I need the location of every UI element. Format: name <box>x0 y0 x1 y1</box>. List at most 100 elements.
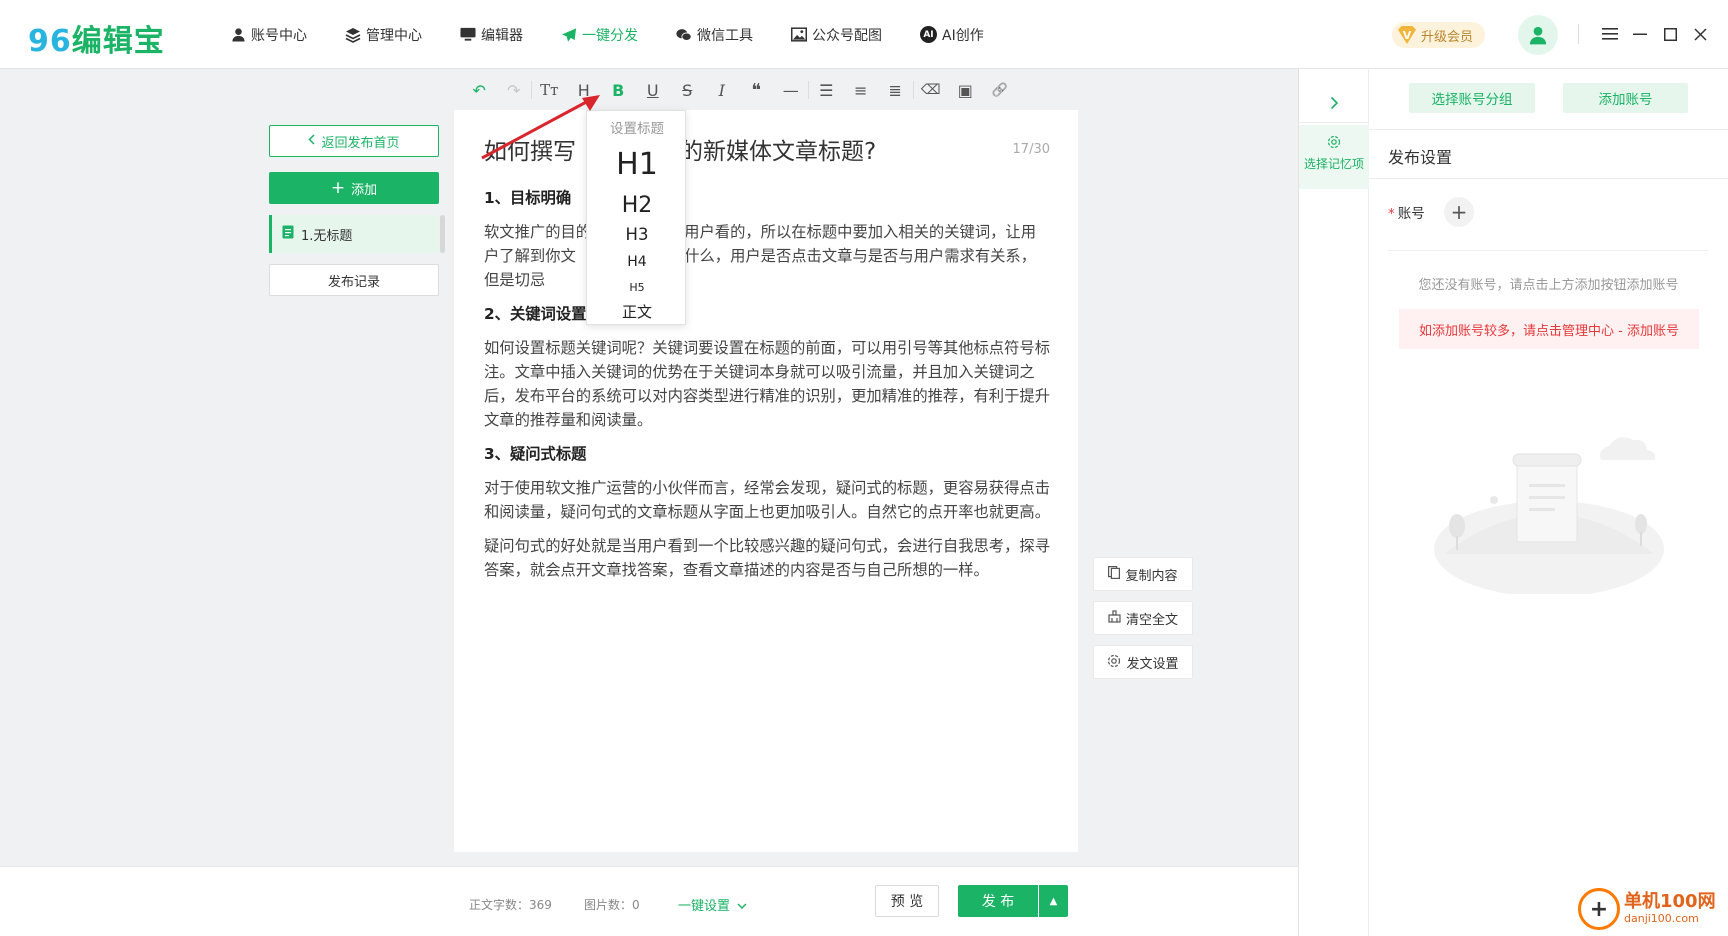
nav-item-account-center[interactable]: 账号中心 <box>230 25 307 45</box>
back-label: 返回发布首页 <box>321 135 400 151</box>
nav-item-wechat-tools[interactable]: 微信工具 <box>676 25 753 45</box>
account-field-label: * 账号 <box>1388 202 1425 222</box>
watermark-text: 单机100网 danji100.com <box>1624 892 1716 926</box>
user-avatar-icon <box>1529 26 1547 45</box>
copy-content-button[interactable]: 复制内容 <box>1093 557 1193 591</box>
editor-canvas[interactable]: 如何撰写 的新媒体文章标题? 17/30 1、目标明确 软文推广的目的 给用户看的… <box>454 110 1078 852</box>
layers-icon <box>345 27 361 43</box>
watermark-line-1: 单机100网 <box>1624 891 1716 912</box>
app-logo[interactable]: 96编辑宝 <box>28 16 165 60</box>
insert-image-button[interactable]: ▣ <box>948 75 983 105</box>
add-article-button[interactable]: + 添加 <box>269 172 439 204</box>
chevron-left-icon <box>308 133 316 149</box>
insert-link-button[interactable]: 🔗 <box>983 75 1018 105</box>
publish-settings-button[interactable]: 发文设置 <box>1093 645 1193 679</box>
paragraph: 对于使用软文推广运营的小伙伴而言，经常会发现，疑问式的标题，更容易获得点击和阅读… <box>484 479 1050 521</box>
one-click-settings-dropdown[interactable]: 一键设置 <box>678 895 747 914</box>
vip-icon: V <box>1398 26 1416 44</box>
nav-item-official-images[interactable]: 公众号配图 <box>791 25 882 45</box>
publish-settings-panel: 选择账号分组 添加账号 发布设置 * 账号 + 您还没有账号，请点击上方添加按钮添… <box>1369 69 1728 936</box>
empty-accounts-text: 您还没有账号，请点击上方添加按钮添加账号 <box>1418 278 1679 293</box>
image-icon <box>791 27 807 43</box>
maximize-icon[interactable] <box>1658 22 1682 46</box>
chevron-right-icon <box>1330 96 1338 109</box>
required-marker: * <box>1388 206 1395 222</box>
annotation-arrow-icon <box>481 95 600 160</box>
bottom-bar: 正文字数：369 图片数：0 一键设置 预 览 发 布 ▲ <box>0 866 1298 936</box>
record-label: 发布记录 <box>327 274 380 290</box>
article-body[interactable]: 1、目标明确 软文推广的目的 给用户看的，所以在标题中要加入相关的关键词，让用户… <box>484 186 1050 592</box>
indent-button[interactable]: ≣ <box>878 75 913 105</box>
nav-item-ai-create[interactable]: AI AI创作 <box>920 25 984 45</box>
section-heading: 1、目标明确 <box>484 189 572 207</box>
select-group-label: 选择账号分组 <box>1431 92 1513 108</box>
account-label: 账号 <box>1397 206 1425 222</box>
publish-label: 发 布 <box>981 894 1015 910</box>
gear-icon <box>1299 135 1369 152</box>
avatar[interactable] <box>1518 15 1558 55</box>
nav-label: AI创作 <box>942 27 984 44</box>
horizontal-rule-button[interactable]: — <box>774 75 809 105</box>
add-account-button[interactable]: 添加账号 <box>1563 83 1688 113</box>
nav-label: 管理中心 <box>366 27 422 44</box>
main-nav: 账号中心 管理中心 编辑器 一键分发 微信工具 公众号配图 AI AI创作 <box>230 0 1022 69</box>
strikethrough-button[interactable]: S <box>670 75 705 105</box>
clear-icon <box>1108 610 1121 626</box>
heading-option-h2[interactable]: H2 <box>587 193 687 218</box>
document-icon <box>282 225 294 243</box>
nav-label: 微信工具 <box>697 27 753 44</box>
top-bar: 96编辑宝 账号中心 管理中心 编辑器 一键分发 微信工具 公众号配图 AI A… <box>0 0 1728 69</box>
heading-option-h4[interactable]: H4 <box>587 254 687 270</box>
title-part-2: 的新媒体文章标题? <box>680 139 877 165</box>
select-memory-item-button[interactable]: 选择记忆项 <box>1299 125 1369 189</box>
logo-number: 96 <box>28 24 72 59</box>
clear-all-button[interactable]: 清空全文 <box>1093 601 1193 635</box>
chevron-down-icon <box>737 899 747 914</box>
image-count: 图片数：0 <box>584 898 640 912</box>
divider <box>1388 250 1708 251</box>
nav-item-one-click-distribute[interactable]: 一键分发 <box>561 25 638 45</box>
right-panel-strip: 选择记忆项 <box>1299 69 1369 936</box>
heading-option-h5[interactable]: H5 <box>587 281 687 294</box>
nav-label: 一键分发 <box>582 27 638 44</box>
nav-label: 公众号配图 <box>812 27 882 44</box>
clear-label: 清空全文 <box>1125 612 1178 628</box>
article-list-item[interactable]: 1.无标题 <box>269 215 445 253</box>
caret-up-icon[interactable]: ▲ <box>1038 885 1068 917</box>
send-icon <box>561 27 577 43</box>
section-heading: 3、疑问式标题 <box>484 445 587 463</box>
publish-button[interactable]: 发 布 ▲ <box>958 885 1068 917</box>
empty-state-illustration <box>1434 437 1664 594</box>
minimize-icon[interactable] <box>1628 22 1652 46</box>
user-icon <box>230 27 246 43</box>
menu-icon[interactable] <box>1598 22 1622 46</box>
publish-record-button[interactable]: 发布记录 <box>269 264 439 296</box>
back-to-publish-home-button[interactable]: 返回发布首页 <box>269 125 439 157</box>
italic-button[interactable]: I <box>705 75 740 105</box>
quote-button[interactable]: ❝ <box>739 75 774 105</box>
nav-item-manage-center[interactable]: 管理中心 <box>345 25 422 45</box>
collapse-panel-button[interactable] <box>1299 83 1369 123</box>
nav-item-editor[interactable]: 编辑器 <box>460 25 523 45</box>
one-click-label: 一键设置 <box>678 899 731 914</box>
monitor-icon <box>460 27 476 43</box>
site-watermark: + 单机100网 danji100.com <box>1578 888 1716 930</box>
add-account-plus-button[interactable]: + <box>1444 197 1474 227</box>
add-account-label: 添加账号 <box>1598 92 1653 108</box>
clear-format-button[interactable]: ⌫ <box>914 75 949 105</box>
section-heading: 2、关键词设置 <box>484 305 587 323</box>
bullet-list-button[interactable]: ☰ <box>809 75 844 105</box>
list-scrollbar[interactable] <box>440 215 445 253</box>
upgrade-member-button[interactable]: V 升级会员 <box>1392 22 1486 48</box>
window-controls-divider <box>1578 24 1579 44</box>
heading-option-h3[interactable]: H3 <box>587 225 687 244</box>
select-account-group-button[interactable]: 选择账号分组 <box>1409 83 1535 113</box>
upgrade-label: 升级会员 <box>1421 29 1474 45</box>
align-left-button[interactable]: ≡ <box>844 75 879 105</box>
heading-option-body[interactable]: 正文 <box>587 301 687 322</box>
close-icon[interactable] <box>1688 22 1712 46</box>
preview-button[interactable]: 预 览 <box>875 885 939 917</box>
bold-button[interactable]: B <box>601 75 636 105</box>
paragraph: 软文推广的目的 给用户看的，所以在标题中要加入相关的关键词，让用户了解到你文 容… <box>484 223 1037 289</box>
underline-button[interactable]: U <box>636 75 671 105</box>
